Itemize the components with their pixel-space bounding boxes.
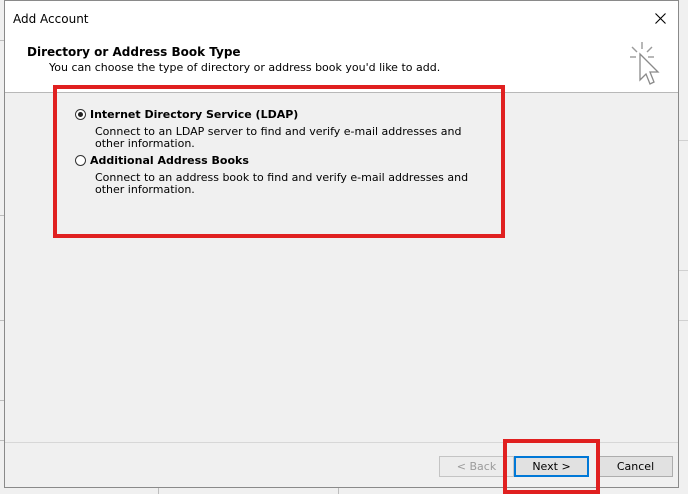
cancel-button[interactable]: Cancel (598, 456, 673, 477)
cursor-click-icon (630, 42, 660, 85)
highlight-next-button-box (503, 439, 600, 494)
header-subtitle: You can choose the type of directory or … (49, 61, 441, 74)
header-title: Directory or Address Book Type (27, 45, 241, 59)
add-account-dialog: Add Account Directory or Address Book Ty… (4, 0, 679, 488)
highlight-options-box (53, 85, 505, 238)
close-button[interactable] (642, 1, 678, 36)
close-icon (654, 13, 666, 24)
title-bar: Add Account (5, 1, 678, 36)
dialog-title: Add Account (13, 12, 89, 26)
background-window-right-edge (678, 0, 688, 494)
